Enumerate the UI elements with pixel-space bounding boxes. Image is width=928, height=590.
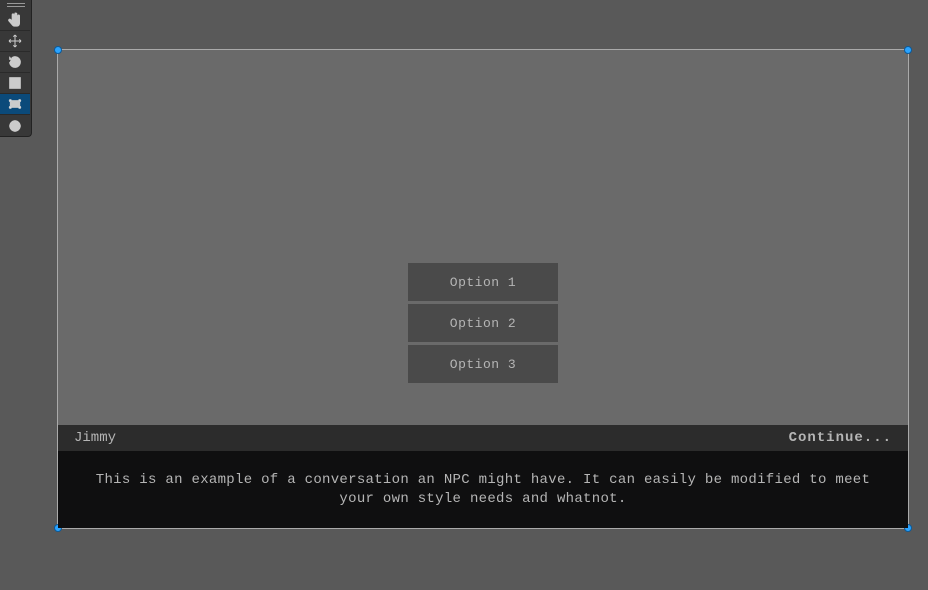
- option-button-3[interactable]: Option 3: [408, 345, 558, 383]
- option-list: Option 1 Option 2 Option 3: [408, 263, 558, 386]
- speaker-name: Jimmy: [74, 430, 116, 446]
- move-tool-button[interactable]: [0, 31, 30, 52]
- scale-tool-button[interactable]: [0, 73, 30, 94]
- rotate-tool-button[interactable]: [0, 52, 30, 73]
- resize-handle-tr[interactable]: [904, 46, 912, 54]
- toolbar: [0, 0, 32, 137]
- rotate-icon: [7, 54, 23, 70]
- hand-icon: [7, 12, 23, 28]
- toolbar-grip-icon[interactable]: [0, 0, 31, 10]
- option-button-2[interactable]: Option 2: [408, 304, 558, 342]
- dialog-body: This is an example of a conversation an …: [58, 451, 908, 528]
- option-label: Option 2: [450, 316, 516, 331]
- scale-icon: [7, 75, 23, 91]
- option-label: Option 3: [450, 357, 516, 372]
- dialog-header: Jimmy Continue...: [58, 425, 908, 451]
- move-icon: [7, 33, 23, 49]
- transform-tool-button[interactable]: [0, 115, 30, 136]
- hand-tool-button[interactable]: [0, 10, 30, 31]
- resize-handle-tl[interactable]: [54, 46, 62, 54]
- option-button-1[interactable]: Option 1: [408, 263, 558, 301]
- continue-button[interactable]: Continue...: [789, 430, 892, 446]
- dialog-text: This is an example of a conversation an …: [86, 471, 880, 509]
- rect-icon: [7, 96, 23, 112]
- rect-tool-button[interactable]: [0, 94, 30, 115]
- scene-frame[interactable]: Option 1 Option 2 Option 3 Jimmy Continu…: [57, 49, 909, 529]
- option-label: Option 1: [450, 275, 516, 290]
- transform-icon: [7, 118, 23, 134]
